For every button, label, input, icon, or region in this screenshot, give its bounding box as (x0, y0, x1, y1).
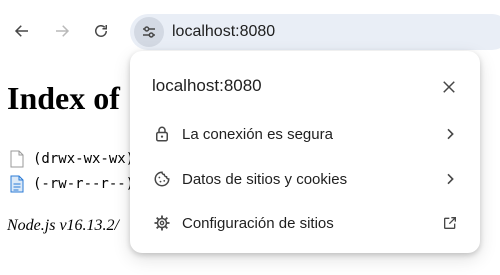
reload-icon (95, 25, 107, 37)
back-button[interactable] (7, 16, 37, 46)
popup-title: localhost:8080 (152, 76, 262, 95)
blue-file-icon (10, 175, 24, 193)
chevron-right-icon (447, 128, 454, 140)
site-settings-item[interactable]: Configuración de sitios (130, 201, 480, 245)
address-bar[interactable]: localhost:8080 (130, 14, 500, 50)
site-info-popup: localhost:8080 La conexión es segura Dat… (130, 51, 480, 253)
tune-icon (143, 26, 155, 38)
forward-button[interactable] (47, 16, 77, 46)
row-label: Configuración de sitios (182, 214, 334, 232)
entry-permissions: (-rw-r--r--) (33, 176, 135, 192)
url-text[interactable]: localhost:8080 (172, 14, 275, 50)
page-title: Index of (7, 80, 120, 116)
blank-file-icon (10, 150, 24, 168)
site-info-button[interactable] (134, 17, 164, 47)
server-footer: Node.js v16.13.2/ (7, 217, 119, 234)
external-link-icon (444, 217, 456, 229)
close-icon[interactable] (440, 78, 458, 96)
connection-secure-item[interactable]: La conexión es segura (130, 112, 480, 156)
lock-icon (156, 126, 168, 142)
arrow-left-icon (14, 25, 28, 37)
arrow-right-icon (56, 25, 70, 37)
reload-button[interactable] (86, 16, 116, 46)
chevron-right-icon (447, 173, 454, 185)
row-label: La conexión es segura (182, 125, 333, 143)
list-item[interactable]: (drwx-wx-wx) (10, 148, 134, 170)
site-data-cookies-item[interactable]: Datos de sitios y cookies (130, 157, 480, 201)
entry-permissions: (drwx-wx-wx) (33, 151, 135, 167)
row-label: Datos de sitios y cookies (182, 170, 348, 188)
cookie-icon (154, 171, 170, 187)
gear-icon (154, 215, 170, 231)
list-item[interactable]: (-rw-r--r--) (10, 173, 134, 195)
